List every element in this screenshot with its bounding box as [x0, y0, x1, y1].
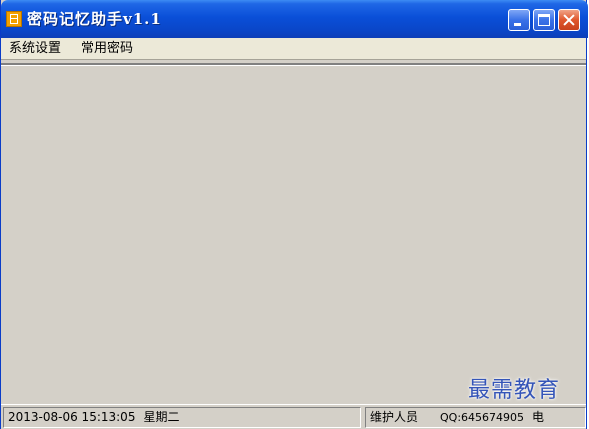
status-qq: QQ:645674905 — [440, 411, 525, 424]
app-icon[interactable] — [6, 11, 22, 27]
client-area — [1, 66, 586, 404]
title-bar[interactable]: 密码记忆助手v1.1 — [1, 0, 588, 38]
menu-common-passwords[interactable]: 常用密码 — [81, 41, 133, 57]
watermark-text: 最需教育 — [468, 378, 561, 403]
close-icon — [559, 10, 579, 30]
status-bar: 2013-08-06 15:13:05 星期二 维护人员 QQ:645674905 电 — [1, 404, 586, 429]
status-maintainer-label: 维护人员 — [370, 410, 419, 424]
menu-bar: 系统设置 常用密码 — [1, 38, 586, 60]
maximize-button[interactable] — [533, 9, 555, 31]
status-pane-maintainer: 维护人员 QQ:645674905 电 — [365, 407, 586, 428]
status-extra: 电 — [532, 410, 545, 424]
maximize-icon — [538, 14, 550, 26]
minimize-icon — [514, 23, 521, 26]
close-button[interactable] — [558, 9, 580, 31]
window-title: 密码记忆助手v1.1 — [27, 10, 162, 28]
status-datetime: 2013-08-06 15:13:05 — [8, 410, 136, 424]
minimize-button[interactable] — [508, 9, 530, 31]
status-weekday: 星期二 — [143, 410, 180, 424]
main-window: 密码记忆助手v1.1 系统设置 常用密码 2013-08-06 15:13:05… — [0, 0, 588, 429]
status-pane-datetime: 2013-08-06 15:13:05 星期二 — [3, 407, 361, 428]
menu-system-settings[interactable]: 系统设置 — [9, 41, 61, 57]
